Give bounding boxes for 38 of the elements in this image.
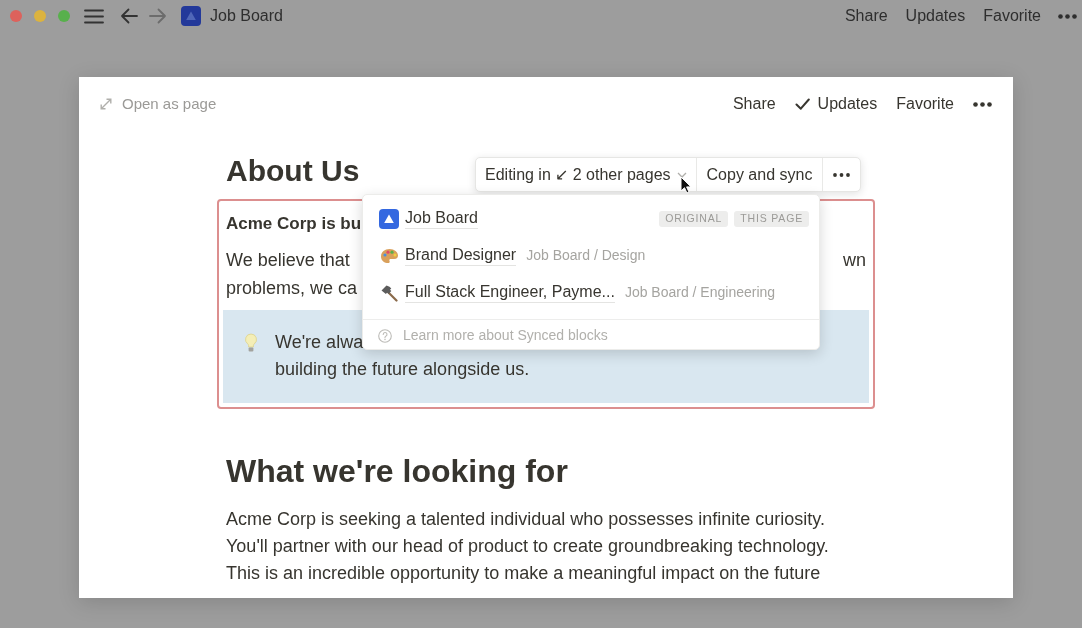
status-tag: ORIGINAL — [659, 210, 729, 227]
page-heading: About Us — [226, 153, 360, 189]
hammer-icon — [380, 283, 398, 302]
callout-text: building the future alongside us. — [275, 358, 530, 381]
body-text: wn — [843, 248, 866, 272]
updates-button[interactable]: Updates — [905, 8, 966, 24]
menu-icon[interactable] — [84, 8, 104, 24]
page-title: Job Board — [210, 6, 283, 26]
page-path: Job Board / Engineering — [624, 283, 776, 302]
lead-text: Acme Corp is bu — [226, 213, 362, 235]
body-text: problems, we ca — [226, 276, 358, 300]
callout-text: We're alwa — [275, 331, 364, 354]
share-button[interactable]: Share — [844, 8, 888, 24]
more-icon — [833, 172, 851, 177]
expand-arrows-icon — [100, 98, 112, 110]
status-tag: THIS PAGE — [734, 210, 809, 227]
palette-icon — [379, 247, 399, 264]
favorite-button[interactable]: Favorite — [983, 8, 1041, 24]
triangle-tile-icon — [379, 208, 399, 229]
copy-and-sync-button[interactable]: Copy and sync — [696, 158, 823, 191]
page-link[interactable]: Job Board — [405, 208, 478, 229]
more-button[interactable] — [973, 101, 992, 107]
body-text: We believe that — [226, 248, 350, 272]
back-arrow-icon[interactable] — [120, 8, 138, 24]
updates-button[interactable]: Updates — [794, 92, 878, 116]
page-path: Job Board / Design — [526, 246, 646, 265]
page-link[interactable]: Full Stack Engineer, Payme... — [405, 282, 615, 303]
help-icon — [378, 328, 392, 343]
lightbulb-icon — [244, 333, 258, 353]
share-button[interactable]: Share — [732, 92, 776, 116]
more-icon[interactable] — [1058, 13, 1077, 19]
favorite-button[interactable]: Favorite — [896, 92, 954, 116]
body-paragraph: Acme Corp is seeking a talented individual who possesses infinite curiosity. You'll partner with our head of product to create groundbreaking technology. This is an incredible opportunity to make a meaningful impact on the future — [226, 508, 830, 585]
check-icon — [794, 98, 810, 110]
triangle-tile-icon — [181, 6, 201, 26]
page-link[interactable]: Brand Designer — [405, 245, 517, 266]
more-icon — [973, 101, 992, 107]
section-heading: What we're looking for — [226, 452, 568, 491]
